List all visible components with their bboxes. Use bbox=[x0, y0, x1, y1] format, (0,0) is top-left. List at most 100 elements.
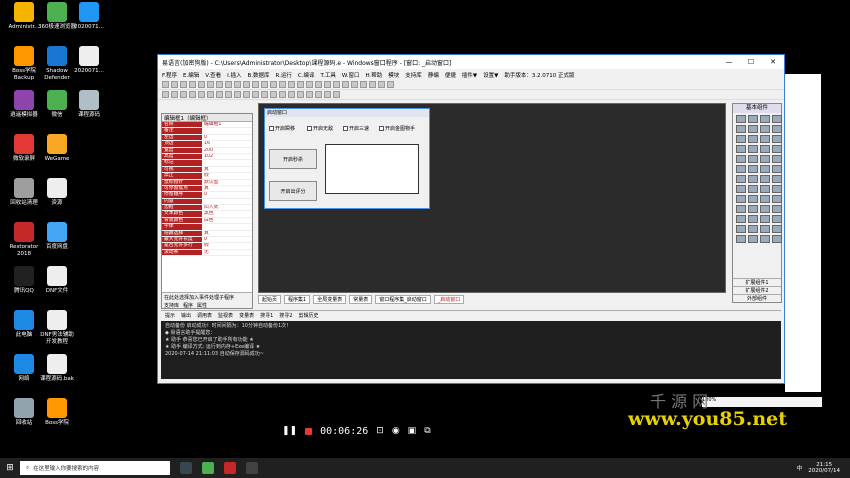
component-grid[interactable] bbox=[733, 113, 782, 245]
output-tab[interactable]: 提示 bbox=[165, 312, 175, 319]
form-window[interactable]: 启动窗口 开启瞬移 开启无敌 开启三速 开启金图物手 开启秒杀 开启出评分 bbox=[264, 108, 430, 209]
checkbox-teleport[interactable]: 开启瞬移 bbox=[269, 125, 295, 132]
task-view-icon[interactable] bbox=[180, 462, 192, 474]
tab-support-lib[interactable]: 支持库 bbox=[164, 302, 179, 309]
property-value[interactable] bbox=[202, 128, 252, 133]
menu-item[interactable]: 静编 bbox=[428, 71, 439, 79]
menu-item[interactable]: V.查看 bbox=[205, 71, 221, 79]
output-tab[interactable]: 调用表 bbox=[197, 312, 212, 319]
property-value[interactable]: 200 bbox=[202, 148, 252, 153]
ide-taskbar-icon[interactable] bbox=[224, 462, 236, 474]
menu-item[interactable]: 模块 bbox=[388, 71, 399, 79]
property-value[interactable]: 真 bbox=[202, 167, 252, 172]
output-tab[interactable]: 变量表 bbox=[239, 312, 254, 319]
document-tab[interactable]: 窗口程序集_启动窗口 bbox=[375, 294, 431, 304]
desktop-icon[interactable]: DNF文件 bbox=[38, 266, 76, 295]
menu-item[interactable]: I.插入 bbox=[227, 71, 241, 79]
property-value[interactable]: 黑色 bbox=[202, 211, 252, 216]
checkbox-invincible[interactable]: 开启无敌 bbox=[307, 125, 333, 132]
minimize-button[interactable]: — bbox=[718, 58, 740, 66]
desktop-icon[interactable]: 2020071... bbox=[70, 46, 108, 75]
document-tab[interactable]: _启动窗口 bbox=[433, 294, 465, 304]
menu-item[interactable]: B.数据库 bbox=[247, 71, 269, 79]
desktop-icon[interactable]: 2020071... bbox=[70, 2, 108, 31]
region-icon[interactable]: ⊡ bbox=[376, 426, 384, 436]
property-value[interactable]: 无 bbox=[202, 250, 252, 255]
property-value[interactable]: 0 bbox=[202, 192, 252, 197]
ime-indicator[interactable]: 中 bbox=[797, 464, 803, 472]
menu-item[interactable]: 支持库 bbox=[405, 71, 422, 79]
app-icon bbox=[47, 266, 67, 286]
menu-item[interactable]: T.工具 bbox=[320, 71, 335, 79]
output-tab[interactable]: 搜寻2 bbox=[279, 312, 292, 319]
document-tab[interactable]: 全局变量表 bbox=[313, 294, 347, 304]
desktop-icon[interactable]: WeGame bbox=[38, 134, 76, 163]
tab-program[interactable]: 程序 bbox=[183, 302, 193, 309]
checkbox-gold[interactable]: 开启金图物手 bbox=[379, 125, 415, 132]
menu-item[interactable]: 插件▼ bbox=[462, 71, 477, 79]
button-score[interactable]: 开启出评分 bbox=[269, 181, 317, 201]
camera-icon[interactable]: ◉ bbox=[392, 426, 400, 436]
event-hint[interactable]: 在此处选择加入事件处理子程序 bbox=[164, 294, 250, 301]
checkbox-triple-speed[interactable]: 开启三速 bbox=[343, 125, 369, 132]
menu-item[interactable]: C.编译 bbox=[298, 71, 315, 79]
property-value[interactable]: 真 bbox=[202, 186, 252, 191]
maximize-button[interactable]: ☐ bbox=[740, 58, 762, 66]
menu-item[interactable]: 便捷 bbox=[445, 71, 456, 79]
document-tab[interactable]: 程序集1 bbox=[284, 294, 311, 304]
pause-icon[interactable]: ❚❚ bbox=[282, 426, 297, 436]
close-button[interactable]: ✕ bbox=[762, 58, 784, 66]
menu-item[interactable]: E.编辑 bbox=[183, 71, 199, 79]
property-row[interactable]: 滚动条无 bbox=[162, 249, 252, 257]
menu-item[interactable]: W.窗口 bbox=[342, 71, 360, 79]
search-box[interactable]: ⌕ 在这里输入你要搜索的内容 bbox=[20, 461, 170, 475]
property-value[interactable]: 默认型 bbox=[202, 180, 252, 185]
property-value[interactable]: 编辑框1 bbox=[202, 122, 252, 127]
start-icon[interactable]: ⊞ bbox=[0, 463, 20, 473]
desktop-icon[interactable]: 资源 bbox=[38, 178, 76, 207]
property-value[interactable] bbox=[202, 224, 252, 229]
property-value[interactable] bbox=[202, 160, 252, 165]
desktop-icon[interactable]: 百度网盘 bbox=[38, 222, 76, 251]
document-tab[interactable]: 起始页 bbox=[258, 294, 282, 304]
property-name: 标记 bbox=[162, 160, 202, 166]
property-value[interactable]: 白色 bbox=[202, 218, 252, 223]
property-value[interactable]: 凹入式 bbox=[202, 205, 252, 210]
desktop-icon[interactable]: 课程源码 bbox=[70, 90, 108, 119]
ext-components-2[interactable]: 扩展组件2 bbox=[733, 286, 781, 294]
menu-item[interactable]: 设置▼ bbox=[483, 71, 498, 79]
browser-icon[interactable] bbox=[202, 462, 214, 474]
design-canvas[interactable]: 启动窗口 开启瞬移 开启无敌 开启三速 开启金图物手 开启秒杀 开启出评分 bbox=[258, 103, 726, 293]
property-value[interactable]: 16 bbox=[202, 141, 252, 146]
output-tab[interactable]: 监视表 bbox=[218, 312, 233, 319]
output-tab[interactable]: 搜寻1 bbox=[260, 312, 273, 319]
screenshot-icon[interactable]: ▣ bbox=[408, 426, 417, 436]
property-value[interactable]: 假 bbox=[202, 243, 252, 248]
recorder-taskbar-icon[interactable] bbox=[246, 462, 258, 474]
document-tab[interactable]: 常量表 bbox=[349, 294, 373, 304]
desktop-icon[interactable]: 课程源码.bak bbox=[38, 354, 76, 383]
fullscreen-icon[interactable]: ⧉ bbox=[424, 426, 430, 436]
property-value[interactable]: 0 bbox=[202, 135, 252, 140]
tab-properties[interactable]: 属性 bbox=[197, 302, 207, 309]
property-value[interactable]: 0 bbox=[202, 237, 252, 242]
menu-item[interactable]: 助手版本：3.2.0710 正式版 bbox=[504, 71, 574, 79]
output-tab[interactable]: 输出 bbox=[181, 312, 191, 319]
clock[interactable]: 21:15 2020/07/14 bbox=[808, 462, 840, 474]
desktop-icon[interactable]: DNF男法辅助开发教程 bbox=[38, 310, 76, 346]
stop-icon[interactable] bbox=[305, 427, 313, 435]
component-title: 基本组件 bbox=[733, 104, 781, 113]
edit-box[interactable] bbox=[325, 144, 419, 194]
output-tab[interactable]: 剪辑历史 bbox=[298, 312, 318, 319]
property-value[interactable] bbox=[202, 199, 252, 204]
menu-item[interactable]: F.程序 bbox=[162, 71, 177, 79]
ext-components-1[interactable]: 扩展组件1 bbox=[733, 278, 781, 286]
menu-item[interactable]: R.运行 bbox=[275, 71, 291, 79]
menu-item[interactable]: H.帮助 bbox=[365, 71, 382, 79]
property-value[interactable]: 假 bbox=[202, 173, 252, 178]
button-instakill[interactable]: 开启秒杀 bbox=[269, 149, 317, 169]
property-value[interactable]: 真 bbox=[202, 231, 252, 236]
external-components[interactable]: 外部组件 bbox=[733, 294, 781, 302]
property-value[interactable]: 102 bbox=[202, 154, 252, 159]
desktop-icon[interactable]: Boss学院 bbox=[38, 398, 76, 427]
